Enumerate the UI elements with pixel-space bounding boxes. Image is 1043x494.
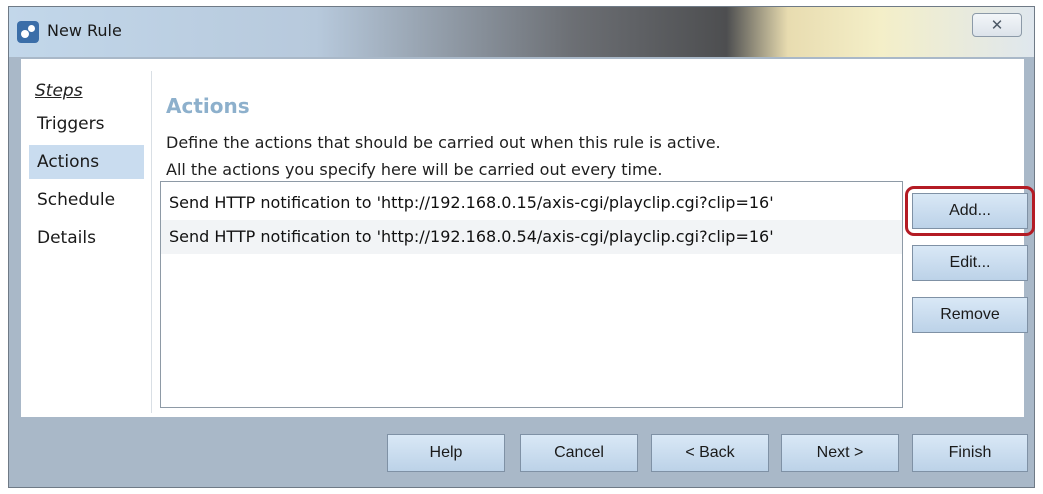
steps-title: Steps — [35, 81, 83, 101]
dialog-footer: Help Cancel < Back Next > Finish — [21, 417, 1028, 483]
step-triggers[interactable]: Triggers — [29, 107, 144, 141]
step-details[interactable]: Details — [29, 221, 144, 255]
add-button[interactable]: Add... — [912, 193, 1028, 229]
step-schedule[interactable]: Schedule — [29, 183, 144, 217]
cancel-button[interactable]: Cancel — [520, 434, 638, 472]
window-title: New Rule — [47, 21, 122, 40]
section-heading: Actions — [166, 94, 250, 118]
close-button[interactable]: ✕ — [972, 13, 1022, 37]
actions-list[interactable]: Send HTTP notification to 'http://192.16… — [160, 181, 903, 408]
app-gears-icon — [17, 21, 39, 43]
description-line-1: Define the actions that should be carrie… — [166, 133, 721, 152]
next-button[interactable]: Next > — [781, 434, 899, 472]
step-actions[interactable]: Actions — [29, 145, 144, 179]
steps-divider — [151, 71, 152, 413]
title-bar: New Rule ✕ — [9, 7, 1034, 57]
edit-button[interactable]: Edit... — [912, 245, 1028, 281]
new-rule-dialog: New Rule ✕ Steps Triggers Actions Schedu… — [8, 6, 1035, 488]
description-line-2: All the actions you specify here will be… — [166, 160, 663, 179]
dialog-content: Steps Triggers Actions Schedule Details … — [21, 59, 1035, 417]
close-icon: ✕ — [990, 16, 1004, 34]
finish-button[interactable]: Finish — [912, 434, 1028, 472]
help-button[interactable]: Help — [387, 434, 505, 472]
steps-panel: Steps Triggers Actions Schedule Details — [21, 59, 151, 405]
remove-button[interactable]: Remove — [912, 297, 1028, 333]
list-item[interactable]: Send HTTP notification to 'http://192.16… — [161, 220, 902, 254]
back-button[interactable]: < Back — [651, 434, 769, 472]
list-item[interactable]: Send HTTP notification to 'http://192.16… — [161, 186, 902, 220]
